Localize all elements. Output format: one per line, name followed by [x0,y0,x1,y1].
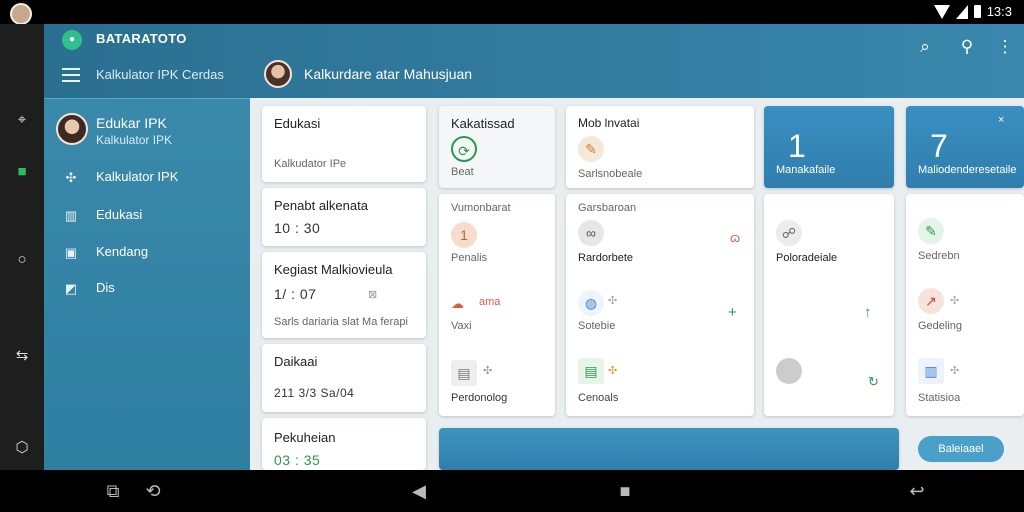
sparkle-icon: ✣ [950,295,960,307]
circle-icon [776,358,802,384]
drawer-item-edukasi[interactable]: ▥ Edukasi [62,205,242,227]
card-daikaai[interactable]: Daikaai 211 3/3 Sa/04 [262,344,426,412]
brand-logo-icon: ● [62,30,82,50]
header-title: Kalkurdare atar Mahusjuan [304,66,473,82]
status-bar: 13:3 [0,0,1024,25]
refresh-icon: ⟳ [451,136,477,162]
circle-icon[interactable]: ○ [12,250,32,270]
shield-icon[interactable]: ⬡ [12,438,32,458]
one-icon: 1 [451,222,477,248]
status-time: 13:3 [986,4,1012,19]
people-icon: ☍ [776,220,802,246]
swap-icon[interactable]: ⇆ [12,346,32,366]
profile-name: Edukar IPK [96,115,167,131]
battery-icon [973,5,981,18]
image-icon: ▣ [64,245,78,260]
recent-apps-icon[interactable]: ⧉ [102,480,124,502]
book-icon: ▥ [64,208,78,223]
sparkle-icon: ✣ [65,170,77,185]
card-mobinvatai[interactable]: Mob lnvatai ✎ Sarlsnobeale [566,106,754,188]
account-search-icon[interactable]: ⚲ [956,36,978,58]
sparkle-icon: ✣ [608,365,618,377]
cloud-icon: ☁ [451,296,464,311]
card-kegiast[interactable]: Kegiast Malkiovieula 1/ : 07 ⊠ Sarls dar… [262,252,426,338]
pencil-icon: ✎ [918,218,944,244]
chat-icon[interactable]: ■ [12,162,32,182]
close-icon[interactable]: × [998,114,1004,126]
refresh-icon: ↻ [868,374,879,389]
card-edukasi[interactable]: Edukasi Kalkudator IPe [262,106,426,182]
card-pekuheian[interactable]: Pekuheian 03 : 35 [262,418,426,470]
bottom-action-button[interactable]: Baleiaael [918,436,1004,462]
document-icon: ▤ [451,360,477,386]
drawer-item-kalkulator[interactable]: ✣ Kalkulator IPK [62,167,242,189]
bar-chart-icon: ▥ [918,358,944,384]
location-icon[interactable]: ⌖ [12,110,32,130]
bottom-banner[interactable] [439,428,899,470]
back-triangle-icon[interactable]: ◀ [408,480,430,502]
handshake-icon: ∞ [578,220,604,246]
profile-subtitle: Kalkulator IPK [96,133,173,147]
add-icon: + [728,304,737,321]
status-avatar [10,3,32,25]
card-sedrebn[interactable]: ✎ Sedrebn ↗ ✣ Gedeling ▥ ✣ Statisioa [906,194,1024,416]
home-square-icon[interactable]: ■ [614,480,636,502]
leaf-icon: ✎ [578,136,604,162]
search-icon[interactable]: ⌕ [914,36,936,58]
chart-line-icon: ↗ [918,288,944,314]
card-poloradeiale[interactable]: ☍ Poloradeiale ↑ ↻ [764,194,894,416]
app-subtitle: Kalkulator IPK Cerdas [96,67,224,82]
curve-icon: ɷ [730,230,741,245]
more-vert-icon[interactable]: ⋮ [994,36,1016,58]
drawer-item-kendang[interactable]: ▣ Kendang [62,242,242,264]
app-window: ● BATARATOTO Kalkulator IPK Cerdas Kalku… [44,24,1024,470]
card-stat-manakafaile[interactable]: 1 Manakafaile [764,106,894,188]
card-vumonbarat[interactable]: Vumonbarat 1 Penalis ☁ ama Vaxi ▤ ✣ Perd… [439,194,555,416]
sheet-icon: ▤ [578,358,604,384]
card-penabt[interactable]: Penabt alkenata 10 : 30 [262,188,426,246]
wifi-icon [933,4,950,19]
sparkle-icon: ✣ [483,365,493,377]
nav-drawer: Edukar IPK Kalkulator IPK ✣ Kalkulator I… [44,98,250,470]
system-nav-bar: ⧉ ⟲ ◀ ■ ↩ [0,470,1024,512]
signal-icon [955,4,968,19]
drawer-item-dis[interactable]: ◩ Dis [62,278,242,300]
app-bar: ● BATARATOTO Kalkulator IPK Cerdas Kalku… [44,24,1024,98]
arrow-up-icon: ↑ [864,304,872,321]
menu-icon[interactable] [62,68,80,82]
chrome-icon: ◍ [578,290,604,316]
brand-name: BATARATOTO [96,31,187,46]
screen: 13:3 ⌖ ■ ○ ⇆ ⬡ ● BATARATOTO Kalkulator I… [0,0,1024,512]
header-avatar[interactable] [264,60,292,88]
sparkle-icon: ✣ [608,295,618,307]
dashboard-content: Edukasi Kalkudator IPe Penabt alkenata 1… [250,98,1024,470]
card-kakatissad[interactable]: Kakatissad ⟳ Beat [439,106,555,188]
left-rail: ⌖ ■ ○ ⇆ ⬡ [0,24,44,470]
card-garsbaroan[interactable]: Garsbaroan ∞ ɷ Rardorbete ◍ ✣ + Sotebie … [566,194,754,416]
back-arrow-icon[interactable]: ⟲ [142,480,164,502]
undo-icon[interactable]: ↩ [906,480,928,502]
image-icon: ⊠ [368,289,378,301]
profile-avatar [56,113,88,145]
chart-icon: ◩ [64,281,78,296]
card-stat-maliodenderesetaile[interactable]: 7 × Maliodenderesetaile [906,106,1024,188]
sparkle-icon: ✣ [950,365,960,377]
